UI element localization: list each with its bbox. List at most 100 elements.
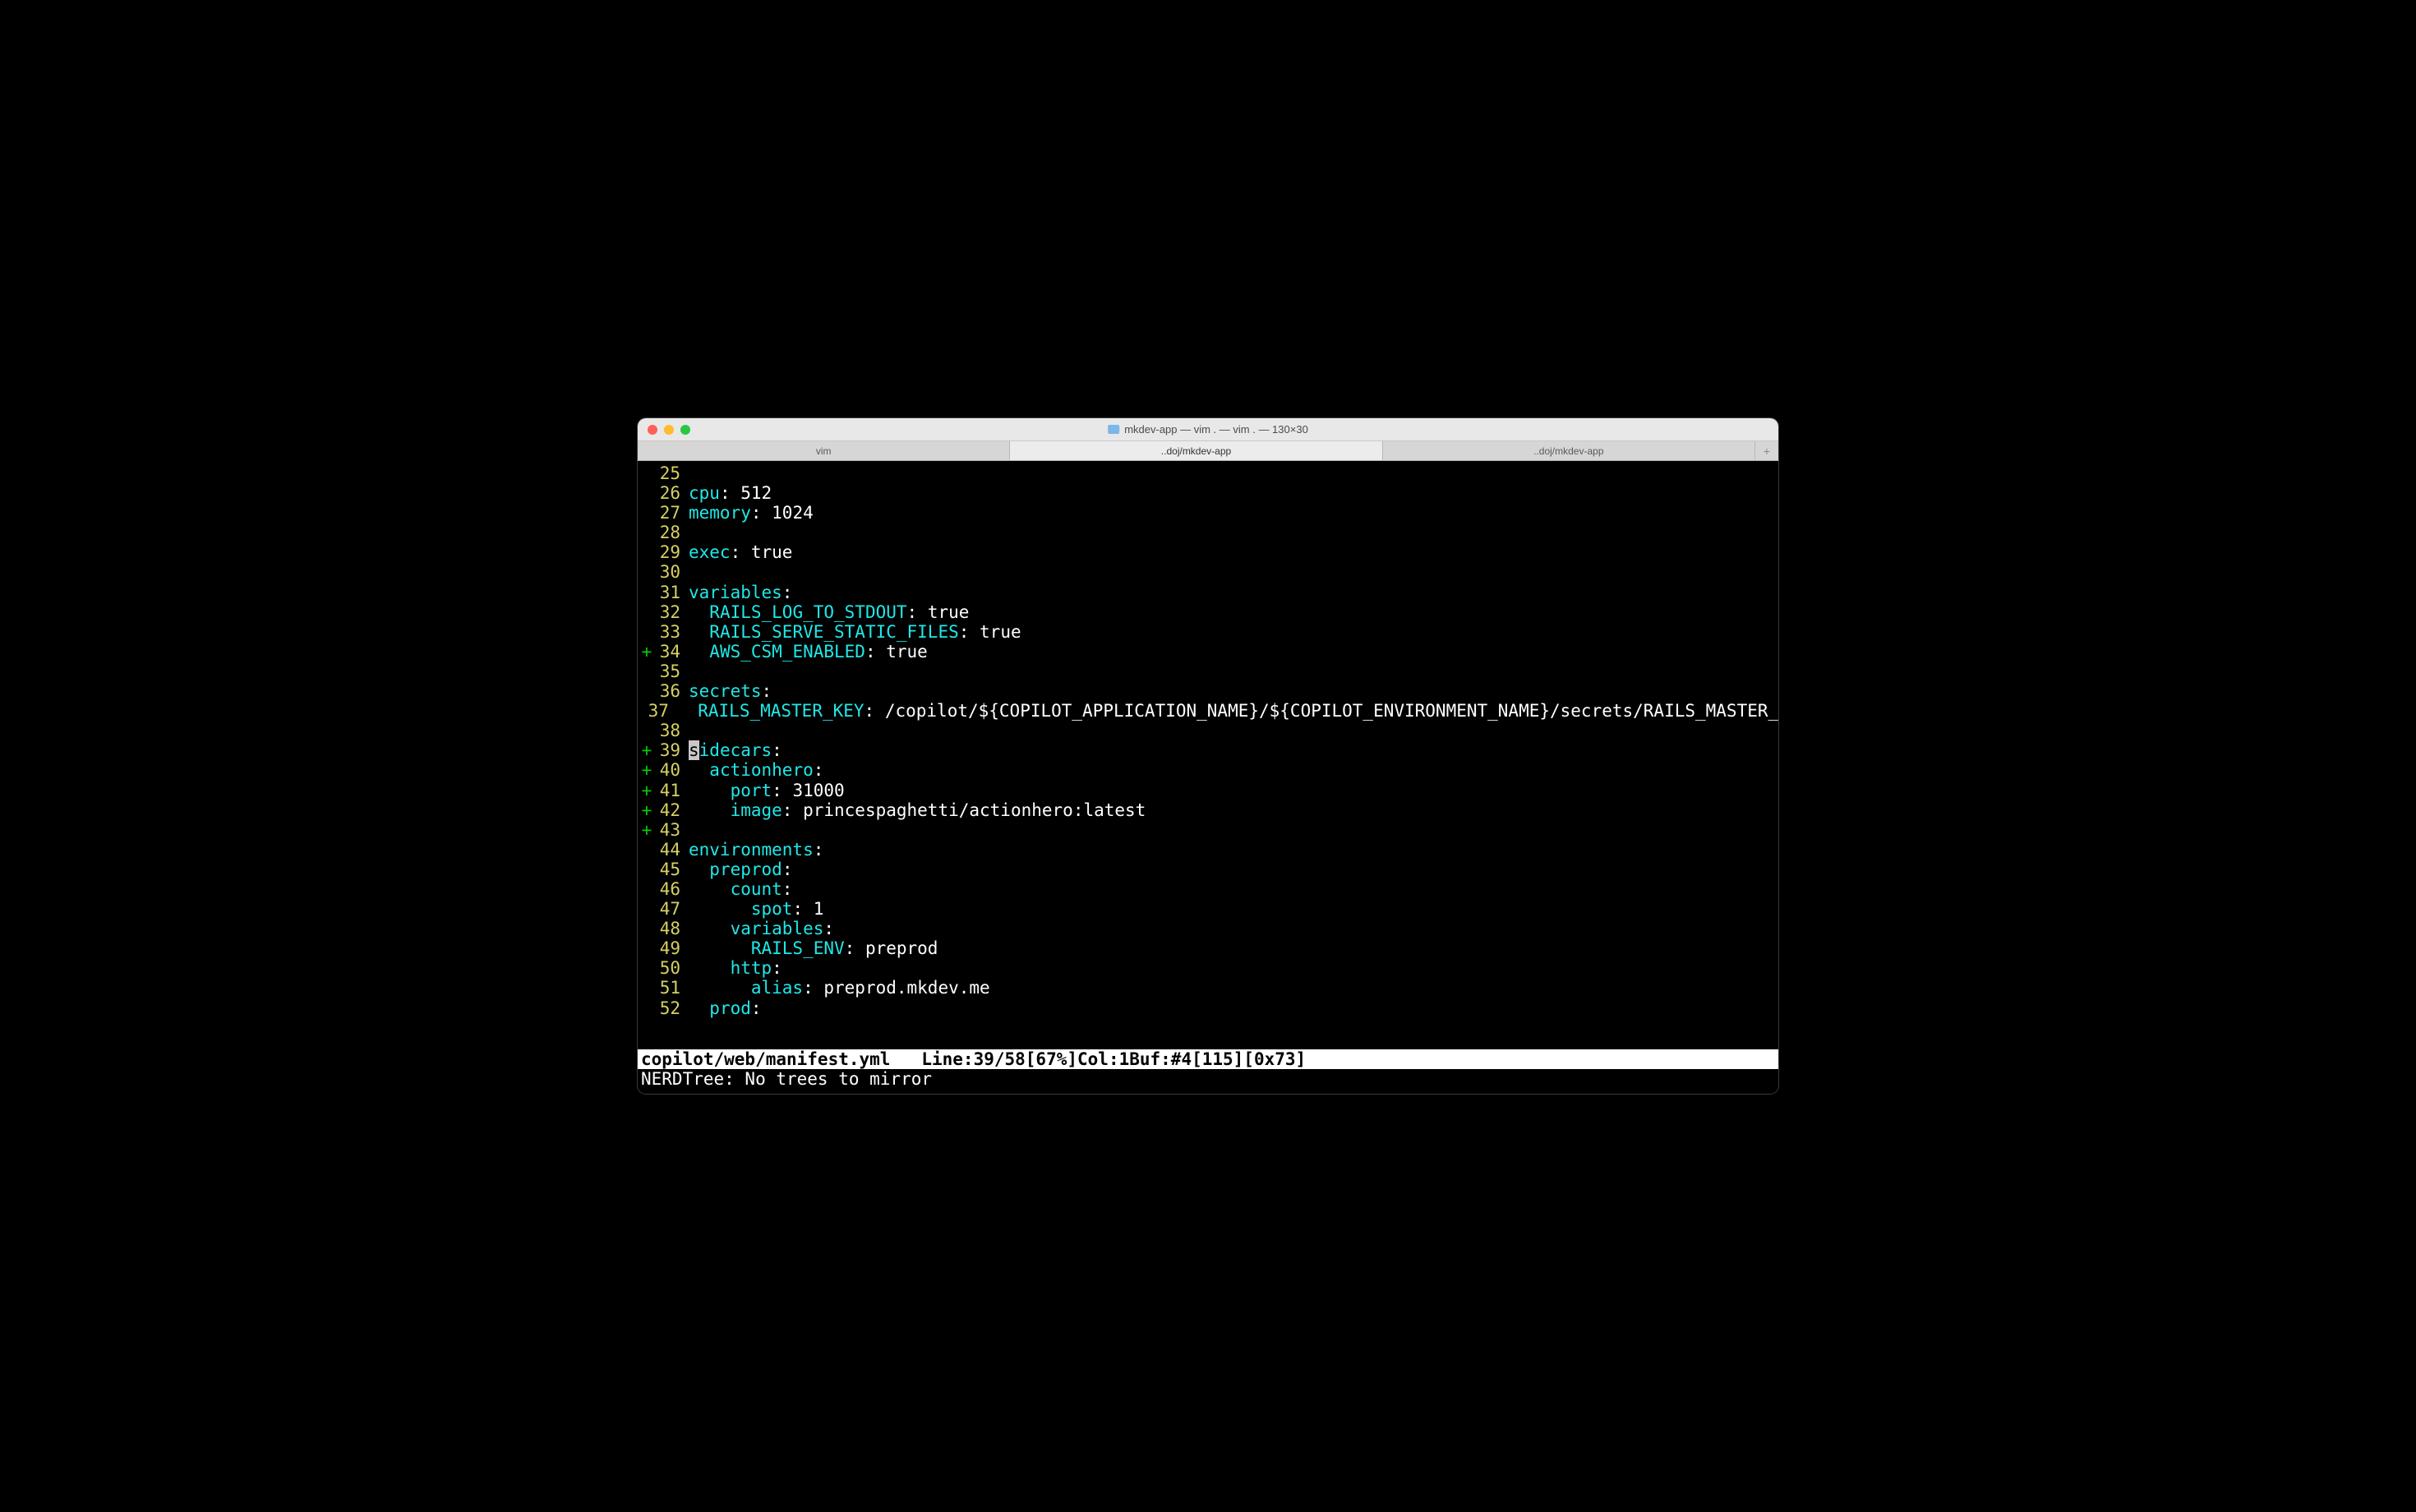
titlebar: mkdev-app — vim . — vim . — 130×30 — [638, 418, 1778, 441]
gutter-sign: + — [638, 740, 656, 760]
code-content: image: princespaghetti/actionhero:latest — [689, 800, 1778, 820]
gutter-sign — [638, 978, 656, 998]
gutter-sign: + — [638, 800, 656, 820]
terminal-window: mkdev-app — vim . — vim . — 130×30 vim .… — [638, 418, 1778, 1094]
code-content: actionhero: — [689, 760, 1778, 780]
tab-mkdev-app-2[interactable]: ..doj/mkdev-app — [1383, 441, 1755, 460]
gutter-sign — [638, 840, 656, 860]
close-button[interactable] — [648, 425, 657, 435]
line-number: 35 — [656, 662, 689, 681]
code-line[interactable]: +43 — [638, 820, 1778, 840]
code-line[interactable]: +41 port: 31000 — [638, 781, 1778, 800]
code-line[interactable]: 45 preprod: — [638, 860, 1778, 879]
code-line[interactable]: +40 actionhero: — [638, 760, 1778, 780]
line-number: 29 — [656, 542, 689, 562]
line-number: 48 — [656, 919, 689, 938]
code-line[interactable]: 47 spot: 1 — [638, 899, 1778, 919]
gutter-sign — [638, 958, 656, 978]
code-line[interactable]: 27memory: 1024 — [638, 503, 1778, 523]
line-number: 40 — [656, 760, 689, 780]
code-content: preprod: — [689, 860, 1778, 879]
gutter-sign: + — [638, 781, 656, 800]
line-number: 44 — [656, 840, 689, 860]
code-content — [689, 721, 1778, 740]
gutter-sign — [638, 662, 656, 681]
tabbar: vim ..doj/mkdev-app ..doj/mkdev-app + — [638, 441, 1778, 461]
code-line[interactable]: 48 variables: — [638, 919, 1778, 938]
code-content: variables: — [689, 583, 1778, 602]
code-line[interactable]: 33 RAILS_SERVE_STATIC_FILES: true — [638, 622, 1778, 642]
gutter-sign — [638, 562, 656, 582]
code-line[interactable]: +34 AWS_CSM_ENABLED: true — [638, 642, 1778, 662]
line-number: 33 — [656, 622, 689, 642]
gutter-sign — [638, 463, 656, 483]
code-line[interactable]: 31variables: — [638, 583, 1778, 602]
code-line[interactable]: 36secrets: — [638, 681, 1778, 701]
code-line[interactable]: 51 alias: preprod.mkdev.me — [638, 978, 1778, 998]
code-content: sidecars: — [689, 740, 1778, 760]
code-content: port: 31000 — [689, 781, 1778, 800]
gutter-sign: + — [638, 642, 656, 662]
tab-vim[interactable]: vim — [638, 441, 1010, 460]
code-content: variables: — [689, 919, 1778, 938]
line-number: 42 — [656, 800, 689, 820]
gutter-sign — [638, 998, 656, 1018]
code-line[interactable]: +39sidecars: — [638, 740, 1778, 760]
code-content — [689, 662, 1778, 681]
gutter-sign: + — [638, 760, 656, 780]
gutter-sign — [638, 919, 656, 938]
line-number: 39 — [656, 740, 689, 760]
line-number: 32 — [656, 602, 689, 622]
code-line[interactable]: 52 prod: — [638, 998, 1778, 1018]
minimize-button[interactable] — [664, 425, 674, 435]
line-number: 47 — [656, 899, 689, 919]
line-number: 45 — [656, 860, 689, 879]
line-number: 43 — [656, 820, 689, 840]
line-number: 37 — [648, 701, 677, 721]
gutter-sign: + — [638, 820, 656, 840]
code-content — [689, 562, 1778, 582]
code-line[interactable]: 32 RAILS_LOG_TO_STDOUT: true — [638, 602, 1778, 622]
gutter-sign — [638, 860, 656, 879]
code-content: http: — [689, 958, 1778, 978]
gutter-sign — [638, 879, 656, 899]
code-line[interactable]: 44environments: — [638, 840, 1778, 860]
line-number: 49 — [656, 938, 689, 958]
gutter-sign — [638, 938, 656, 958]
code-line[interactable]: 49 RAILS_ENV: preprod — [638, 938, 1778, 958]
editor-area[interactable]: 25 26cpu: 512 27memory: 1024 28 29exec: … — [638, 461, 1778, 1049]
code-content: memory: 1024 — [689, 503, 1778, 523]
line-number: 27 — [656, 503, 689, 523]
line-number: 52 — [656, 998, 689, 1018]
gutter-sign — [638, 681, 656, 701]
line-number: 28 — [656, 523, 689, 542]
code-line[interactable]: 38 — [638, 721, 1778, 740]
code-line[interactable]: 46 count: — [638, 879, 1778, 899]
code-line[interactable]: 37 RAILS_MASTER_KEY: /copilot/${COPILOT_… — [638, 701, 1778, 721]
maximize-button[interactable] — [680, 425, 690, 435]
gutter-sign — [638, 503, 656, 523]
code-line[interactable]: +42 image: princespaghetti/actionhero:la… — [638, 800, 1778, 820]
statusline: copilot/web/manifest.yml Line:39/58[67%]… — [638, 1049, 1778, 1069]
code-content: spot: 1 — [689, 899, 1778, 919]
line-number: 46 — [656, 879, 689, 899]
tab-mkdev-app-1[interactable]: ..doj/mkdev-app — [1010, 441, 1382, 460]
code-line[interactable]: 50 http: — [638, 958, 1778, 978]
code-content: RAILS_SERVE_STATIC_FILES: true — [689, 622, 1778, 642]
code-line[interactable]: 25 — [638, 463, 1778, 483]
code-line[interactable]: 28 — [638, 523, 1778, 542]
code-content: RAILS_MASTER_KEY: /copilot/${COPILOT_APP… — [677, 701, 1778, 721]
code-line[interactable]: 26cpu: 512 — [638, 483, 1778, 503]
gutter-sign — [638, 701, 648, 721]
code-content: count: — [689, 879, 1778, 899]
code-line[interactable]: 35 — [638, 662, 1778, 681]
add-tab-button[interactable]: + — [1755, 441, 1778, 460]
code-line[interactable]: 30 — [638, 562, 1778, 582]
line-number: 51 — [656, 978, 689, 998]
code-content: alias: preprod.mkdev.me — [689, 978, 1778, 998]
line-number: 26 — [656, 483, 689, 503]
folder-icon — [1108, 425, 1119, 434]
code-line[interactable]: 29exec: true — [638, 542, 1778, 562]
gutter-sign — [638, 602, 656, 622]
traffic-lights — [638, 425, 690, 435]
